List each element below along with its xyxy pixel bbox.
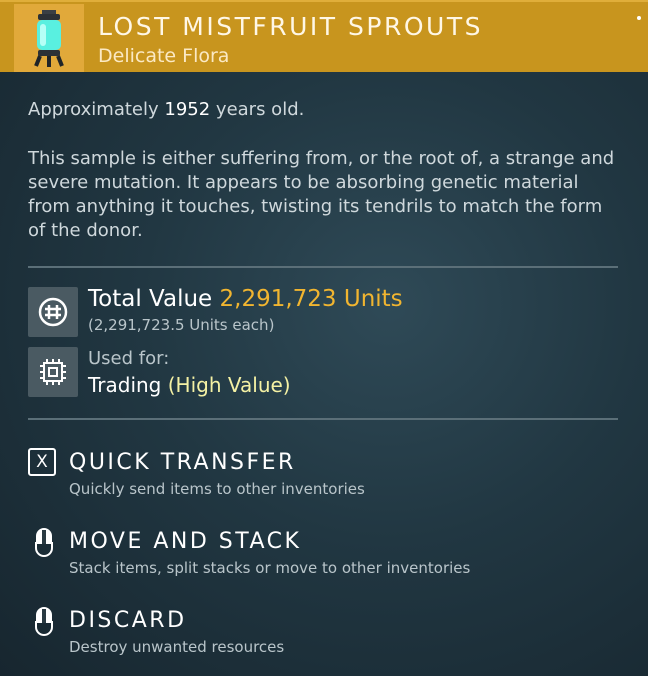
- usage-name: Trading: [88, 373, 162, 397]
- value-each: (2,291,723.5 Units each): [88, 316, 275, 334]
- discard-desc: Destroy unwanted resources: [69, 638, 285, 656]
- move-and-stack-desc: Stack items, split stacks or move to oth…: [69, 559, 471, 577]
- item-icon-frame: [14, 4, 84, 72]
- usage-qualifier: (High Value): [167, 373, 291, 397]
- used-for-label: Used for:: [88, 348, 170, 369]
- total-value: Total Value 2,291,723 Units: [88, 286, 403, 312]
- total-value-label: Total Value: [88, 286, 213, 312]
- move-and-stack-button[interactable]: MOVE AND STACK: [69, 529, 301, 554]
- item-category: Delicate Flora: [98, 45, 230, 67]
- item-header: LOST MISTFRUIT SPROUTS Delicate Flora: [0, 0, 648, 72]
- flora-canister-icon: [34, 10, 64, 67]
- units-currency-icon: [38, 297, 68, 327]
- units-icon-frame: [28, 287, 78, 337]
- used-for-value: Trading (High Value): [88, 373, 291, 397]
- corner-dot: [637, 16, 641, 20]
- divider-bottom: [28, 418, 618, 420]
- divider-top: [28, 266, 618, 268]
- item-title: LOST MISTFRUIT SPROUTS: [98, 12, 483, 41]
- total-value-amount: 2,291,723 Units: [219, 286, 403, 312]
- quick-transfer-button[interactable]: QUICK TRANSFER: [69, 450, 296, 475]
- age-suffix: years old.: [215, 99, 305, 120]
- quick-transfer-desc: Quickly send items to other inventories: [69, 480, 365, 498]
- mouse-click-icon: [35, 528, 53, 557]
- x-key-icon: X: [28, 448, 56, 476]
- item-description: This sample is either suffering from, or…: [28, 148, 615, 241]
- age-years: 1952: [164, 99, 211, 120]
- mouse-hold-icon: [35, 607, 53, 636]
- trade-icon-frame: [28, 347, 78, 397]
- age-prefix: Approximately: [28, 99, 159, 120]
- trade-chip-icon: [40, 359, 66, 385]
- discard-button[interactable]: DISCARD: [69, 608, 187, 633]
- item-age: Approximately 1952 years old.: [28, 99, 304, 120]
